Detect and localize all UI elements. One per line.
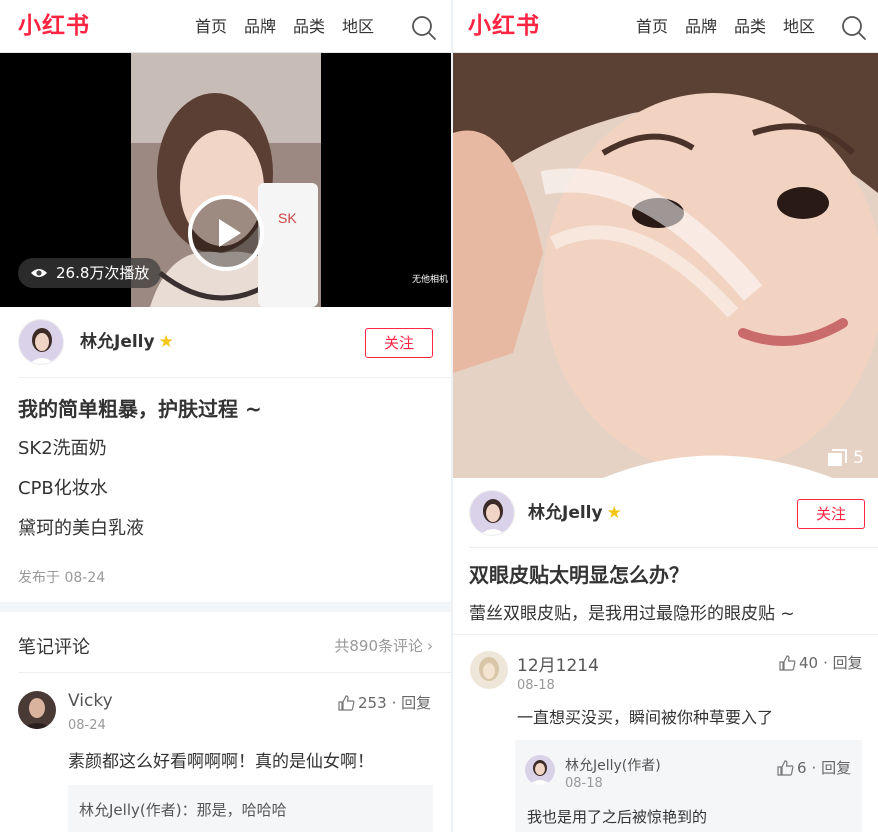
divider (18, 377, 451, 378)
post-image[interactable]: 5 (453, 53, 878, 478)
post-title: 双眼皮贴太明显怎么办？ (469, 563, 689, 587)
like-count: 6 (797, 758, 807, 777)
video-player[interactable]: SK 26.8万次播放 无他相机 (0, 53, 451, 307)
view-count-badge: 26.8万次播放 (18, 258, 162, 288)
thumbs-up-icon[interactable] (777, 759, 794, 776)
commenter-avatar[interactable] (470, 651, 508, 689)
comment-text: 素颜都这么好看啊啊啊！真的是仙女啊！ (68, 752, 374, 772)
section-gap (0, 602, 451, 612)
comments-section-title: 笔记评论 (18, 637, 90, 658)
main-nav: 首页 品牌 品类 地区 (195, 16, 391, 38)
image-count-badge: 5 (827, 448, 864, 468)
note-panel-image: 小红书 首页 品牌 品类 地区 5 林允Jelly ★ 关注 双眼皮贴太明显怎么… (453, 0, 878, 832)
image-count: 5 (853, 448, 864, 468)
svg-text:SK: SK (278, 210, 297, 226)
author-avatar[interactable] (18, 319, 64, 365)
post-line: SK2洗面奶 (18, 438, 107, 459)
publish-date: 发布于 08-24 (18, 570, 106, 586)
top-header: 小红书 首页 品牌 品类 地区 (0, 0, 451, 53)
nav-categories[interactable]: 品类 (734, 16, 766, 38)
play-icon (219, 219, 241, 247)
author-name[interactable]: 林允Jelly ★ (80, 330, 174, 354)
nav-regions[interactable]: 地区 (783, 16, 815, 38)
top-header: 小红书 首页 品牌 品类 地区 (453, 0, 878, 53)
xiaohongshu-logo[interactable]: 小红书 (18, 10, 90, 42)
thumbs-up-icon[interactable] (338, 694, 355, 711)
divider (453, 634, 878, 635)
author-row: 林允Jelly ★ 关注 (453, 478, 878, 548)
post-line: 黛珂的美白乳液 (18, 518, 144, 539)
reply-thread: 林允Jelly(作者)：那是，哈哈哈 (68, 785, 433, 832)
comment-date: 08-24 (68, 718, 106, 733)
comment-text: 一直想买没买，瞬间被你种草要入了 (517, 708, 774, 727)
divider (18, 672, 451, 673)
divider (469, 547, 878, 548)
reply-author-name[interactable]: 林允Jelly(作者) (565, 755, 661, 775)
reply-button[interactable]: · 回复 (392, 692, 432, 713)
nav-brands[interactable]: 品牌 (685, 16, 717, 38)
view-count: 26.8万次播放 (56, 264, 150, 282)
commenter-name[interactable]: 12月1214 (517, 651, 599, 676)
nav-home[interactable]: 首页 (195, 16, 227, 38)
reply-button[interactable]: · 回复 (812, 757, 852, 778)
commenter-name[interactable]: Vicky (68, 691, 113, 711)
commenter-avatar[interactable] (18, 691, 56, 729)
reply-text: 我也是用了之后被惊艳到的 (527, 808, 708, 826)
play-button[interactable] (188, 195, 264, 271)
reply-author-avatar[interactable] (525, 755, 555, 785)
comment-date: 08-18 (517, 678, 555, 693)
comment-actions: 40 · 回复 (779, 652, 863, 673)
nav-regions[interactable]: 地区 (342, 16, 374, 38)
reply-button[interactable]: · 回复 (823, 652, 863, 673)
nav-brands[interactable]: 品牌 (244, 16, 276, 38)
star-icon: ★ (158, 332, 174, 352)
follow-button[interactable]: 关注 (797, 499, 865, 529)
search-icon[interactable] (411, 15, 437, 41)
photo (453, 53, 878, 478)
like-count: 253 (358, 693, 387, 712)
reply-text: 林允Jelly(作者)：那是，哈哈哈 (79, 801, 287, 819)
reply-thread: 林允Jelly(作者) 08-18 6 · 回复 我也是用了之后被惊艳到的 (515, 740, 862, 832)
author-row: 林允Jelly ★ 关注 (0, 307, 451, 377)
gallery-icon (828, 449, 848, 466)
xiaohongshu-logo[interactable]: 小红书 (468, 10, 540, 42)
post-text: 蕾丝双眼皮贴，是我用过最隐形的眼皮贴 ~ (469, 604, 795, 624)
reply-date: 08-18 (565, 776, 603, 791)
chevron-right-icon: › (427, 637, 433, 655)
eye-icon (31, 269, 47, 277)
note-panel-video: 小红书 首页 品牌 品类 地区 SK 26.8万次播放 无他相机 林允Jelly… (0, 0, 451, 832)
author-name[interactable]: 林允Jelly ★ (528, 501, 622, 525)
thumbs-up-icon[interactable] (779, 654, 796, 671)
comment-actions: 253 · 回复 (338, 692, 431, 713)
all-comments-link[interactable]: 共890条评论 › (334, 635, 433, 656)
post-line: CPB化妆水 (18, 478, 108, 499)
like-count: 40 (799, 653, 819, 672)
nav-categories[interactable]: 品类 (293, 16, 325, 38)
reply-actions: 6 · 回复 (777, 757, 851, 778)
main-nav: 首页 品牌 品类 地区 (636, 16, 832, 38)
author-avatar[interactable] (469, 490, 515, 536)
follow-button[interactable]: 关注 (365, 328, 433, 358)
star-icon: ★ (606, 503, 622, 523)
search-icon[interactable] (841, 15, 867, 41)
nav-home[interactable]: 首页 (636, 16, 668, 38)
watermark: 无他相机 (412, 275, 449, 285)
post-title: 我的简单粗暴，护肤过程 ~ (18, 397, 262, 421)
